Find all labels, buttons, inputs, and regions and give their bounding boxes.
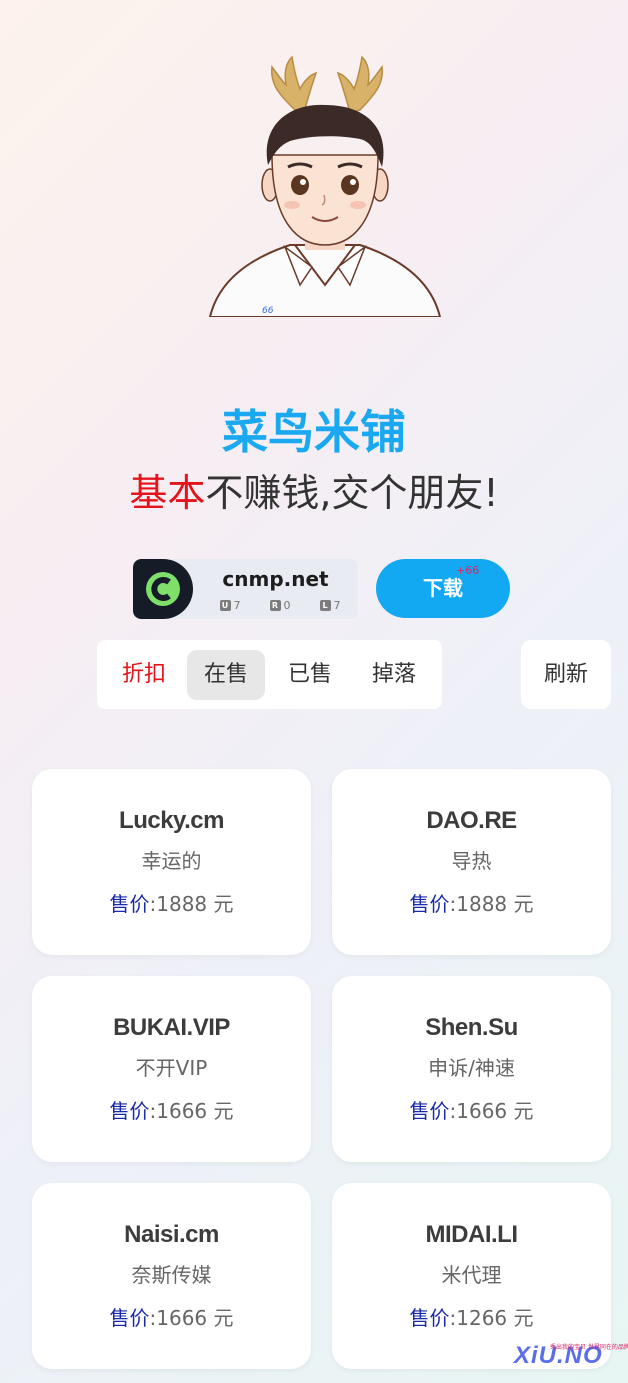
price-value: :1266 元 bbox=[449, 1306, 534, 1330]
listing-price: 售价:1666 元 bbox=[32, 1095, 311, 1124]
listing-meaning: 申诉/神速 bbox=[428, 1056, 515, 1080]
stat-r-value: 0 bbox=[283, 599, 291, 612]
listing-meaning: 米代理 bbox=[441, 1263, 502, 1287]
listing-card[interactable]: BUKAI.VIP 不开VIP 售价:1666 元 bbox=[32, 976, 311, 1162]
tab-on-sale[interactable]: 在售 bbox=[187, 649, 265, 700]
listing-price: 售价:1888 元 bbox=[32, 888, 311, 917]
listing-card[interactable]: DAO.RE 导热 售价:1888 元 bbox=[332, 769, 611, 955]
stat-l: L7 bbox=[319, 599, 341, 612]
stat-u: U7 bbox=[219, 599, 241, 612]
slogan-text: 不赚钱,交个朋友! bbox=[205, 471, 499, 515]
listing-card[interactable]: Naisi.cm 奈斯传媒 售价:1666 元 bbox=[32, 1183, 311, 1369]
stat-r-icon: R bbox=[269, 600, 281, 611]
listing-price: 售价:1666 元 bbox=[32, 1302, 311, 1331]
listing-card[interactable]: Lucky.cm 幸运的 售价:1888 元 bbox=[32, 769, 311, 955]
listing-card[interactable]: Shen.Su 申诉/神速 售价:1666 元 bbox=[332, 976, 611, 1162]
listing-meaning: 奈斯传媒 bbox=[131, 1263, 212, 1287]
price-label: 售价 bbox=[109, 1306, 150, 1330]
price-label: 售价 bbox=[109, 892, 150, 916]
slogan-highlight: 基本 bbox=[129, 471, 206, 515]
site-badge[interactable]: cnmp.net U7 R0 L7 bbox=[133, 559, 358, 619]
site-stats: U7 R0 L7 bbox=[205, 599, 355, 612]
listing-domain: MIDAI.LI bbox=[425, 1221, 519, 1248]
listing-domain: Shen.Su bbox=[425, 1014, 518, 1041]
stat-l-icon: L bbox=[319, 600, 331, 611]
download-button[interactable]: 下载 +66 bbox=[376, 559, 510, 618]
listing-price: 售价:1888 元 bbox=[332, 888, 611, 917]
brand-title: 菜鸟米铺 bbox=[222, 405, 406, 459]
stat-u-value: 7 bbox=[233, 599, 241, 612]
download-count-badge: +66 bbox=[456, 564, 480, 577]
site-logo bbox=[133, 559, 193, 619]
listing-meaning: 幸运的 bbox=[141, 849, 202, 873]
avatar: 66 bbox=[200, 55, 450, 317]
listing-domain: DAO.RE bbox=[426, 807, 517, 834]
price-label: 售价 bbox=[409, 1099, 450, 1123]
price-label: 售价 bbox=[109, 1099, 150, 1123]
price-value: :1888 元 bbox=[149, 892, 234, 916]
site-domain: cnmp.net bbox=[222, 567, 329, 591]
slogan: 基本不赚钱,交个朋友! bbox=[0, 466, 628, 520]
listing-meaning: 不开VIP bbox=[135, 1056, 208, 1080]
price-value: :1666 元 bbox=[149, 1099, 234, 1123]
tab-sold[interactable]: 已售 bbox=[271, 650, 349, 700]
filter-tabs: 折扣 在售 已售 掉落 bbox=[97, 640, 442, 709]
refresh-button[interactable]: 刷新 bbox=[521, 640, 611, 709]
listing-meaning: 导热 bbox=[451, 849, 492, 873]
price-value: :1666 元 bbox=[149, 1306, 234, 1330]
listing-domain: Naisi.cm bbox=[124, 1221, 219, 1248]
c-logo-icon bbox=[146, 572, 180, 606]
svg-text:66: 66 bbox=[262, 306, 274, 316]
tab-dropped[interactable]: 掉落 bbox=[355, 650, 433, 700]
stat-u-icon: U bbox=[219, 600, 231, 611]
listing-price: 售价:1666 元 bbox=[332, 1095, 611, 1124]
listing-domain: Lucky.cm bbox=[119, 807, 224, 834]
price-value: :1888 元 bbox=[449, 892, 534, 916]
price-value: :1666 元 bbox=[449, 1099, 534, 1123]
stat-r: R0 bbox=[269, 599, 291, 612]
listing-price: 售价:1266 元 bbox=[332, 1302, 611, 1331]
price-label: 售价 bbox=[409, 892, 450, 916]
listing-domain: BUKAI.VIP bbox=[113, 1014, 230, 1041]
tab-discount[interactable]: 折扣 bbox=[107, 650, 181, 700]
stat-l-value: 7 bbox=[333, 599, 341, 612]
watermark-logo: XiU.NO 秀出我的宝贝 世界同在的品牌 bbox=[514, 1338, 628, 1372]
price-label: 售价 bbox=[409, 1306, 450, 1330]
watermark-tagline: 秀出我的宝贝 世界同在的品牌 bbox=[550, 1344, 628, 1351]
